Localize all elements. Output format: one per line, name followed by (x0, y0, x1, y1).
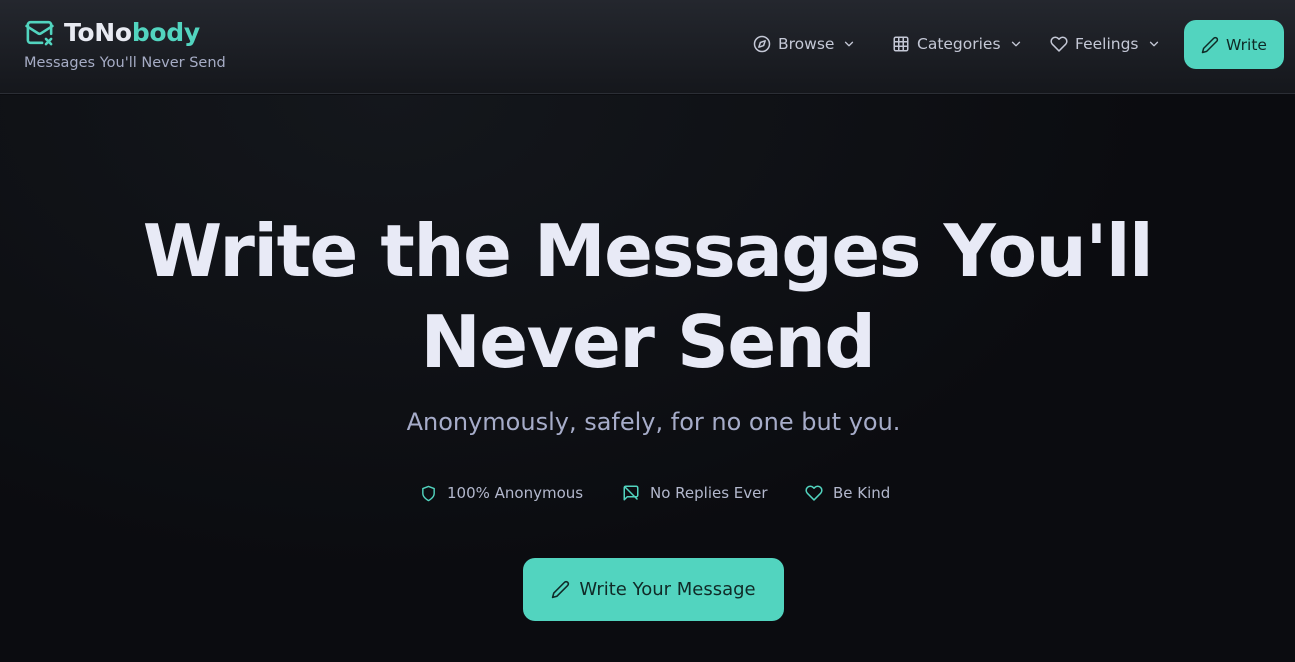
write-your-message-button[interactable]: Write Your Message (523, 558, 784, 621)
chevron-down-icon (1011, 41, 1020, 47)
brand-name: ToNobody (64, 20, 200, 45)
feature-no-replies: No Replies Ever (622, 482, 768, 504)
nav-feelings[interactable]: Feelings (1050, 33, 1161, 55)
heart-icon (805, 485, 823, 501)
chevron-down-icon (1149, 41, 1158, 47)
brand-name-part1: ToNo (64, 18, 132, 47)
feature-anonymous: 100% Anonymous (420, 482, 583, 504)
nav-browse[interactable]: Browse (753, 33, 856, 55)
brand-name-part2: body (131, 18, 200, 47)
mail-x-icon (25, 20, 54, 46)
nav-browse-label: Browse (778, 35, 835, 53)
hero-title: Write the Messages You'll Never Send (0, 206, 1295, 388)
hero-title-line1: Write the Messages You'll (142, 209, 1154, 293)
feature-be-kind: Be Kind (805, 482, 890, 504)
nav-categories[interactable]: Categories (892, 33, 1023, 55)
hero-subtitle: Anonymously, safely, for no one but you. (406, 408, 901, 436)
message-off-icon (623, 485, 639, 501)
write-button-label: Write (1226, 35, 1267, 54)
feature-anonymous-label: 100% Anonymous (447, 484, 584, 502)
pencil-icon (1201, 36, 1219, 53)
grid-icon (893, 36, 909, 52)
nav-categories-label: Categories (917, 35, 1001, 53)
write-your-message-label: Write Your Message (579, 579, 756, 600)
chevron-down-icon (845, 41, 854, 47)
write-button[interactable]: Write (1184, 20, 1284, 69)
shield-icon (422, 485, 435, 501)
compass-icon (753, 35, 771, 53)
site-header: ToNobody Messages You'll Never Send Brow… (0, 0, 1295, 94)
heart-icon (1050, 36, 1068, 52)
nav-feelings-label: Feelings (1075, 35, 1139, 53)
feature-be-kind-label: Be Kind (833, 484, 891, 502)
pencil-icon (552, 580, 570, 599)
hero-title-line2: Never Send (420, 300, 876, 384)
feature-no-replies-label: No Replies Ever (650, 484, 768, 502)
logo[interactable]: ToNobody (24, 17, 200, 48)
tagline: Messages You'll Never Send (24, 55, 226, 71)
